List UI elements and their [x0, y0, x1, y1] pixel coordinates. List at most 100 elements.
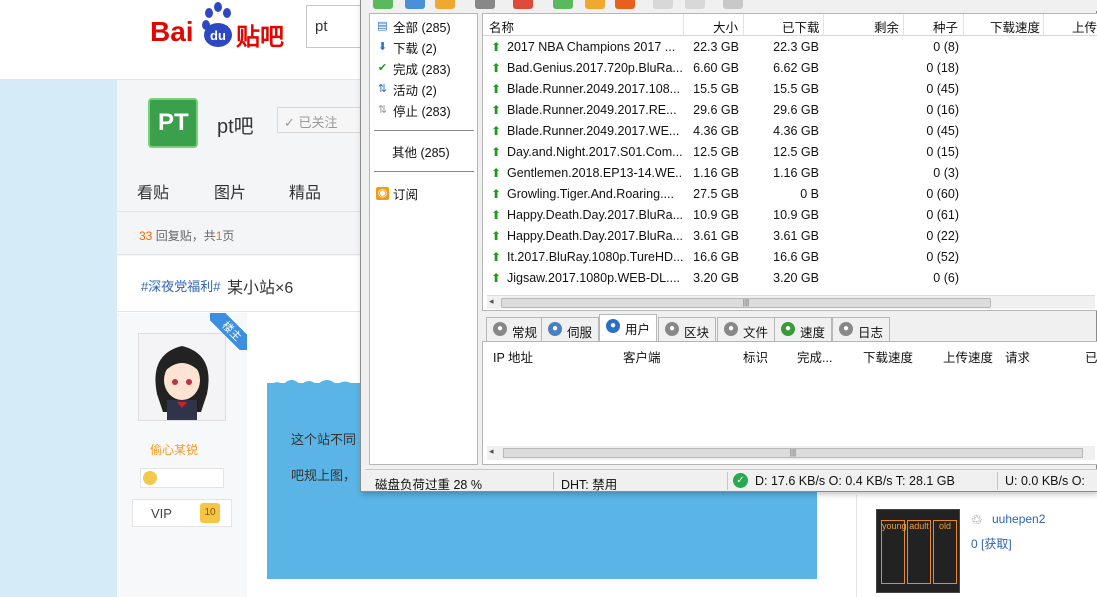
- down-icon[interactable]: [685, 0, 705, 9]
- user-group-icon: ♲: [971, 512, 983, 527]
- torrent-downloaded: 29.6 GB: [773, 103, 819, 117]
- tab-server[interactable]: ● 伺服: [541, 317, 600, 341]
- nav-tab-images[interactable]: 图片: [214, 179, 246, 203]
- peer-col-ip[interactable]: IP 地址: [493, 347, 533, 366]
- scroll-left-icon[interactable]: ◂: [489, 296, 494, 307]
- col-remaining[interactable]: 剩余: [874, 17, 899, 36]
- col-up-speed[interactable]: 上传速: [1072, 17, 1097, 36]
- peer-col-up[interactable]: 上传速度: [943, 347, 993, 366]
- col-downloaded[interactable]: 已下载: [782, 17, 820, 36]
- create-torrent-icon[interactable]: [435, 0, 455, 9]
- torrent-row[interactable]: ⬆ It.2017.BluRay.1080p.TureHD... 16.6 GB 16…: [483, 247, 1097, 268]
- forum-logo[interactable]: PT: [148, 98, 198, 148]
- stop-icon[interactable]: [615, 0, 635, 9]
- torrent-row[interactable]: ⬆ Gentlemen.2018.EP13-14.WE... 1.16 GB 1.16…: [483, 163, 1097, 184]
- torrent-seeds: 0 (45): [926, 82, 959, 96]
- start-icon[interactable]: [553, 0, 573, 9]
- add-url-icon[interactable]: [405, 0, 425, 9]
- torrent-row[interactable]: ⬆ 2017 NBA Champions 2017 ... 22.3 GB 22.3 …: [483, 37, 1097, 58]
- category-stopped[interactable]: ⇅ 停止 (283): [376, 100, 451, 120]
- col-size[interactable]: 大小: [713, 17, 738, 36]
- peer-col-req[interactable]: 请求: [1005, 347, 1030, 366]
- remove-icon[interactable]: [513, 0, 533, 9]
- sidebar-get-link[interactable]: 0 [获取]: [971, 535, 1012, 552]
- reply-count: 33: [139, 229, 153, 243]
- torrent-size: 12.5 GB: [693, 145, 739, 159]
- forum-name[interactable]: pt吧: [217, 110, 254, 139]
- torrent-seeds: 0 (16): [926, 103, 959, 117]
- tab-info[interactable]: ● 常规: [486, 317, 545, 341]
- sidebar-thumbnail[interactable]: young adult old: [876, 509, 960, 593]
- torrent-row[interactable]: ⬆ Day.and.Night.2017.S01.Com... 12.5 GB 12.…: [483, 142, 1097, 163]
- category-rss[interactable]: ◉ 订阅: [376, 183, 418, 203]
- active-icon: ⇅: [377, 82, 388, 95]
- post-tag[interactable]: #深夜党福利#: [141, 276, 220, 295]
- tab-speed[interactable]: ● 速度: [774, 317, 833, 341]
- paw-icon: du: [202, 2, 232, 47]
- torrent-seeds: 0 (61): [926, 208, 959, 222]
- server-icon: ●: [548, 322, 562, 336]
- search-input[interactable]: pt: [306, 5, 364, 48]
- seeding-arrow-icon: ⬆: [491, 187, 501, 201]
- category-active[interactable]: ⇅ 活动 (2): [376, 79, 437, 99]
- peers-panel: IP 地址 客户端 标识 完成... 下载速度 上传速度 请求 已 ◂ |||: [482, 341, 1097, 465]
- up-icon[interactable]: [653, 0, 673, 9]
- pause-icon[interactable]: [585, 0, 605, 9]
- torrent-row[interactable]: ⬆ Growling.Tiger.And.Roaring.... 27.5 GB 0 …: [483, 184, 1097, 205]
- status-dht[interactable]: DHT: 禁用: [561, 474, 617, 493]
- nav-tab-posts[interactable]: 看贴: [137, 179, 169, 203]
- stopped-icon: ⇅: [377, 103, 388, 116]
- tab-files[interactable]: ● 文件: [717, 317, 776, 341]
- peer-col-flags[interactable]: 标识: [743, 347, 768, 366]
- tab-log[interactable]: ● 日志: [832, 317, 891, 341]
- torrent-row[interactable]: ⬆ Blade.Runner.2049.2017.108... 15.5 GB 15.…: [483, 79, 1097, 100]
- torrent-name: 2017 NBA Champions 2017 ...: [507, 40, 676, 54]
- torrent-row[interactable]: ⬆ Bad.Genius.2017.720p.BluRa... 6.60 GB 6.6…: [483, 58, 1097, 79]
- tab-users[interactable]: ● 用户: [599, 314, 658, 341]
- add-torrent-icon[interactable]: [373, 0, 393, 9]
- torrent-name: Blade.Runner.2049.2017.RE...: [507, 103, 677, 117]
- follow-button[interactable]: ✓ 已关注: [277, 107, 362, 133]
- col-down-speed[interactable]: 下载速度: [990, 17, 1040, 36]
- tab-pieces[interactable]: ● 区块: [658, 317, 717, 341]
- category-downloading[interactable]: ⬇ 下载 (2): [376, 37, 437, 57]
- list-hscrollbar[interactable]: ◂ |||: [487, 295, 1095, 309]
- scroll-left-icon[interactable]: ◂: [489, 446, 494, 457]
- torrent-seeds: 0 (18): [926, 61, 959, 75]
- torrent-row[interactable]: ⬆ Happy.Death.Day.2017.BluRa... 10.9 GB 10.…: [483, 205, 1097, 226]
- peer-col-down[interactable]: 下载速度: [863, 347, 913, 366]
- category-all[interactable]: ▤ 全部 (285): [376, 16, 450, 36]
- edit-icon[interactable]: [475, 0, 495, 9]
- col-seeds[interactable]: 种子: [933, 17, 958, 36]
- peer-col-client[interactable]: 客户端: [623, 347, 661, 366]
- torrent-downloaded: 3.61 GB: [773, 229, 819, 243]
- torrent-downloaded: 15.5 GB: [773, 82, 819, 96]
- logo-tieba: 贴吧: [236, 23, 284, 51]
- category-panel: ▤ 全部 (285) ⬇ 下载 (2) ✔ 完成 (283) ⇅ 活动 (2) ⇅ 停止 …: [369, 13, 478, 465]
- col-name[interactable]: 名称: [489, 17, 514, 36]
- torrent-row[interactable]: ⬆ Blade.Runner.2049.2017.WE... 4.36 GB 4.36…: [483, 121, 1097, 142]
- torrent-row[interactable]: ⬆ Happy.Death.Day.2017.BluRa... 3.61 GB 3.6…: [483, 226, 1097, 247]
- thumb-figure-adult: adult: [907, 520, 931, 584]
- torrent-size: 27.5 GB: [693, 187, 739, 201]
- logo-bai: Bai: [150, 16, 194, 47]
- scrollbar-thumb[interactable]: |||: [503, 448, 1083, 458]
- badge-icon[interactable]: [143, 471, 157, 485]
- scrollbar-thumb[interactable]: |||: [501, 298, 991, 308]
- category-completed[interactable]: ✔ 完成 (283): [376, 58, 451, 78]
- settings-icon[interactable]: [723, 0, 743, 9]
- cloud-edge-decoration: [267, 380, 357, 391]
- category-other[interactable]: 其他 (285): [392, 141, 450, 161]
- author-username[interactable]: 偷心某锐: [150, 441, 198, 458]
- peer-col-already[interactable]: 已: [1085, 347, 1097, 366]
- sidebar-username[interactable]: uuhepen2: [992, 512, 1045, 526]
- category-divider: [374, 130, 474, 131]
- torrent-row[interactable]: ⬆ Blade.Runner.2049.2017.RE... 29.6 GB 29.6…: [483, 100, 1097, 121]
- torrent-row[interactable]: ⬆ Jigsaw.2017.1080p.WEB-DL.... 3.20 GB 3.20…: [483, 268, 1097, 289]
- seeding-arrow-icon: ⬆: [491, 40, 501, 54]
- peer-col-done[interactable]: 完成...: [797, 347, 832, 366]
- baidu-tieba-logo[interactable]: Bai du 贴吧: [150, 2, 290, 51]
- nav-tab-featured[interactable]: 精品: [289, 179, 321, 203]
- torrent-size: 16.6 GB: [693, 250, 739, 264]
- peers-hscrollbar[interactable]: ◂ |||: [487, 446, 1095, 460]
